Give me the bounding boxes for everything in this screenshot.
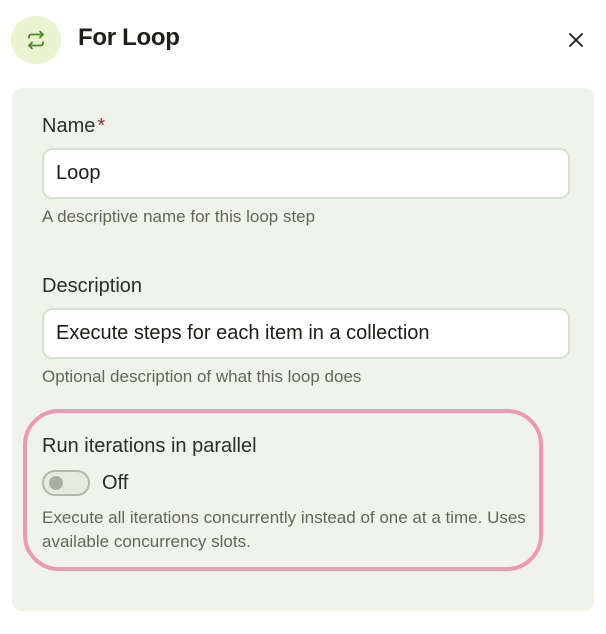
dialog-header: For Loop: [0, 0, 606, 80]
close-button[interactable]: [562, 26, 590, 54]
name-label: Name *: [42, 115, 105, 138]
required-marker: *: [97, 115, 106, 137]
form-panel: Name* A descriptive name for this loop s…: [12, 88, 594, 611]
name-label-text: Name: [42, 115, 96, 137]
dialog-title: For Loop: [78, 24, 180, 51]
loop-icon-badge: [11, 16, 61, 64]
highlight-outline: [23, 409, 543, 571]
loop-arrows-icon: [28, 30, 44, 50]
description-input[interactable]: [42, 308, 570, 359]
name-help-text: A descriptive name for this loop step: [42, 207, 316, 226]
description-help-text: Optional description of what this loop d…: [42, 367, 362, 386]
name-input[interactable]: [42, 148, 570, 199]
description-label: Description: [42, 275, 143, 297]
close-icon: [569, 33, 583, 47]
